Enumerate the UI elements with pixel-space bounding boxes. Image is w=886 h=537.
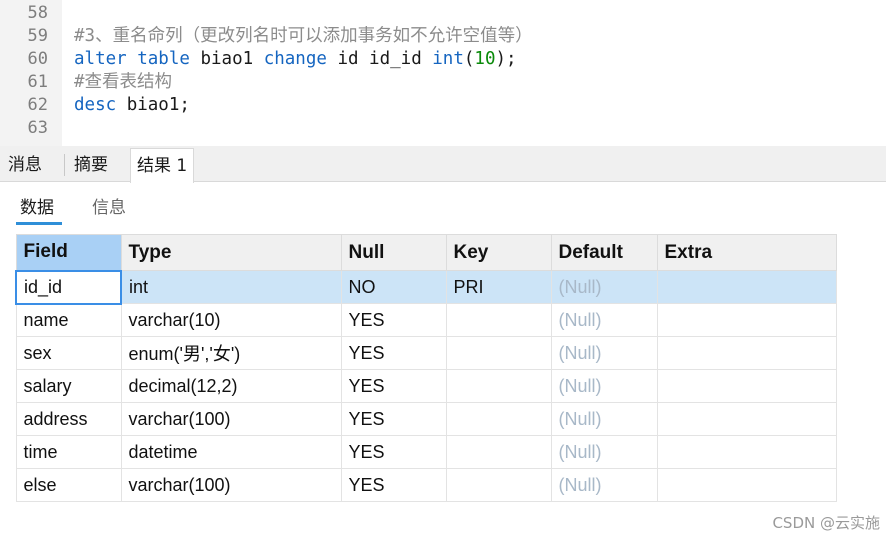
cell-key[interactable] (445, 336, 552, 370)
subtab-active-indicator (16, 222, 62, 225)
table-row[interactable]: address varchar(100) YES (Null) (15, 402, 837, 436)
cell-default[interactable]: (Null) (550, 303, 658, 337)
cell-key[interactable] (445, 369, 552, 403)
cell-type[interactable]: datetime (120, 435, 342, 469)
table-row[interactable]: time datetime YES (Null) (15, 435, 837, 469)
cell-null[interactable]: YES (340, 435, 447, 469)
cell-type[interactable]: varchar(100) (120, 468, 342, 502)
cell-extra[interactable] (656, 402, 837, 436)
line-number: 62 (27, 95, 48, 115)
column-header-type[interactable]: Type (120, 234, 342, 271)
sql-keyword: int (432, 49, 464, 69)
cell-type[interactable]: decimal(12,2) (120, 369, 342, 403)
cell-extra[interactable] (656, 336, 837, 370)
cell-key[interactable] (445, 435, 552, 469)
table-row[interactable]: sex enum('男','女') YES (Null) (15, 336, 837, 370)
sql-text: id id_id (326, 49, 433, 69)
column-header-key[interactable]: Key (445, 234, 552, 271)
cell-field[interactable]: sex (15, 336, 122, 370)
cell-field[interactable]: address (15, 402, 122, 436)
table-row[interactable]: else varchar(100) YES (Null) (15, 468, 837, 502)
cell-extra[interactable] (656, 369, 837, 403)
sql-text: biao1; (116, 95, 190, 115)
code-text[interactable]: desc biao1; (74, 94, 190, 117)
code-line[interactable]: 59 #3、重名命列（更改列名时可以添加事务如不允许空值等） (0, 25, 886, 48)
cell-type[interactable]: enum('男','女') (120, 336, 342, 370)
grid-header-row: Field Type Null Key Default Extra (15, 234, 837, 271)
tab-messages[interactable]: 消息 (2, 148, 48, 182)
line-number: 58 (27, 3, 48, 23)
table-row[interactable]: name varchar(10) YES (Null) (15, 303, 837, 337)
table-row[interactable]: salary decimal(12,2) YES (Null) (15, 369, 837, 403)
watermark: CSDN @云实施 (772, 514, 880, 532)
sql-keyword: table (137, 49, 190, 69)
cell-null[interactable]: YES (340, 303, 447, 337)
table-row[interactable]: id_id int NO PRI (Null) (15, 269, 837, 305)
cell-default[interactable]: (Null) (550, 270, 658, 304)
column-header-extra[interactable]: Extra (656, 234, 837, 271)
code-line[interactable]: 62 desc biao1; (0, 94, 886, 117)
line-number: 61 (27, 72, 48, 92)
cell-null[interactable]: YES (340, 468, 447, 502)
subtab-data[interactable]: 数据 (20, 196, 54, 220)
cell-key[interactable] (445, 468, 552, 502)
grid-body: id_id int NO PRI (Null) name varchar(10) YES (Nu… (15, 269, 837, 502)
cell-key[interactable] (445, 402, 552, 436)
code-line[interactable]: 63 (0, 117, 886, 140)
sql-keyword: change (263, 49, 327, 69)
cell-key[interactable] (445, 303, 552, 337)
sql-text: ( (463, 49, 475, 69)
column-header-field[interactable]: Field (15, 234, 122, 271)
cell-extra[interactable] (656, 303, 837, 337)
subtab-info[interactable]: 信息 (92, 196, 126, 220)
line-number: 59 (27, 26, 48, 46)
cell-default[interactable]: (Null) (550, 435, 658, 469)
cell-type[interactable]: varchar(100) (120, 402, 342, 436)
column-header-default[interactable]: Default (550, 234, 658, 271)
cell-default[interactable]: (Null) (550, 402, 658, 436)
sql-keyword: alter (74, 49, 127, 69)
cell-key[interactable]: PRI (445, 270, 552, 304)
cell-null[interactable]: YES (340, 336, 447, 370)
cell-null[interactable]: YES (340, 402, 447, 436)
cell-type[interactable]: int (120, 270, 342, 304)
cell-field[interactable]: id_id (15, 269, 122, 305)
result-grid[interactable]: Field Type Null Key Default Extra id_id int NO P… (15, 234, 837, 502)
sql-comment: #3、重名命列（更改列名时可以添加事务如不允许空值等） (74, 26, 533, 46)
sql-comment: #查看表结构 (74, 72, 173, 92)
code-line[interactable]: 58 (0, 2, 886, 25)
cell-default[interactable]: (Null) (550, 369, 658, 403)
cell-type[interactable]: varchar(10) (120, 303, 342, 337)
line-number: 60 (27, 49, 48, 69)
code-text[interactable]: #查看表结构 (74, 71, 172, 94)
sql-number: 10 (474, 49, 496, 69)
cell-field[interactable]: else (15, 468, 122, 502)
code-line[interactable]: 61 #查看表结构 (0, 71, 886, 94)
line-number: 63 (27, 118, 48, 138)
cell-field[interactable]: salary (15, 369, 122, 403)
code-text[interactable]: #3、重名命列（更改列名时可以添加事务如不允许空值等） (74, 25, 533, 48)
cell-extra[interactable] (656, 468, 837, 502)
sql-editor[interactable]: 58 59 #3、重名命列（更改列名时可以添加事务如不允许空值等） 60 alter t… (0, 0, 886, 146)
code-text[interactable]: alter table biao1 change id id_id int(10… (74, 48, 517, 71)
code-line[interactable]: 60 alter table biao1 change id id_id int(… (0, 48, 886, 71)
column-header-null[interactable]: Null (340, 234, 447, 271)
cell-field[interactable]: time (15, 435, 122, 469)
sql-text: biao1 (189, 49, 264, 69)
cell-extra[interactable] (656, 270, 837, 304)
sql-text: ); (495, 49, 517, 69)
cell-default[interactable]: (Null) (550, 336, 658, 370)
cell-null[interactable]: YES (340, 369, 447, 403)
cell-null[interactable]: NO (340, 270, 447, 304)
cell-extra[interactable] (656, 435, 837, 469)
tab-separator (64, 154, 65, 176)
tab-summary[interactable]: 摘要 (68, 148, 114, 182)
sql-keyword: desc (74, 95, 117, 115)
cell-field[interactable]: name (15, 303, 122, 337)
result-tab-bar: 消息 摘要 结果 1 (0, 146, 886, 183)
cell-default[interactable]: (Null) (550, 468, 658, 502)
tab-result-1[interactable]: 结果 1 (130, 148, 195, 183)
